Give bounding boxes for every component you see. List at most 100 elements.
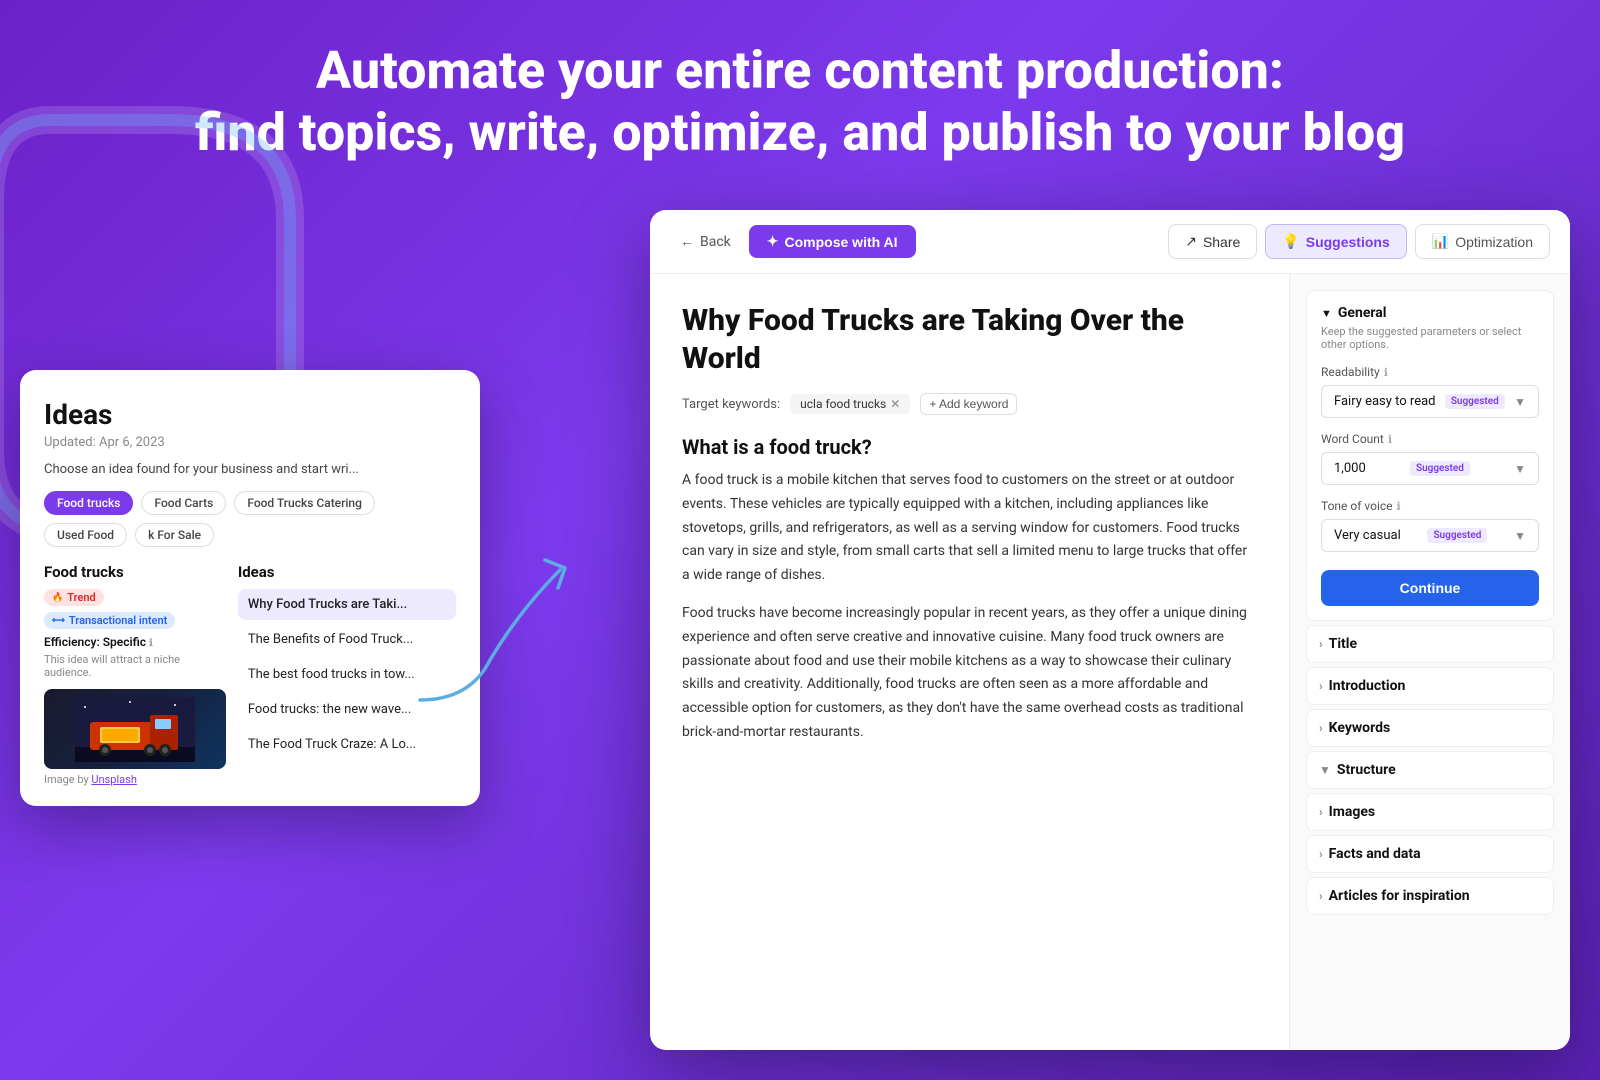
facts-and-data-section: › Facts and data xyxy=(1306,835,1554,873)
articles-for-inspiration-section-header[interactable]: › Articles for inspiration xyxy=(1306,877,1554,915)
readability-chevron-icon: ▼ xyxy=(1514,395,1526,409)
readability-label: Readability ℹ xyxy=(1321,365,1539,379)
tag-food-carts[interactable]: Food Carts xyxy=(141,491,226,515)
tab-suggestions-button[interactable]: 💡 Suggestions xyxy=(1265,224,1406,259)
back-arrow-icon: ← xyxy=(680,233,694,250)
idea-item-4[interactable]: Food trucks: the new wave... xyxy=(238,694,456,725)
keywords-label: Target keywords: xyxy=(682,397,780,412)
facts-and-data-section-title: › Facts and data xyxy=(1319,846,1421,862)
badge-row: 🔥 Trend ⟷ Transactional intent xyxy=(44,589,226,629)
readability-suggested-badge: Suggested xyxy=(1445,394,1505,409)
facts-and-data-section-header[interactable]: › Facts and data xyxy=(1306,835,1554,873)
readability-select[interactable]: Fairy easy to read Suggested ▼ xyxy=(1321,385,1539,418)
tone-chevron-icon: ▼ xyxy=(1514,529,1526,543)
word-count-suggested-badge: Suggested xyxy=(1410,461,1470,476)
editor-panel: ← Back ✦ Compose with AI ↗ Share 💡 Sugge… xyxy=(650,210,1570,1050)
back-button[interactable]: ← Back xyxy=(670,227,741,256)
tone-select[interactable]: Very casual Suggested ▼ xyxy=(1321,519,1539,552)
chevron-down-icon: ▼ xyxy=(1321,307,1332,320)
idea-item-3[interactable]: The best food trucks in tow... xyxy=(238,659,456,690)
introduction-section-header[interactable]: › Introduction xyxy=(1306,667,1554,705)
ideas-card-updated: Updated: Apr 6, 2023 xyxy=(44,435,456,450)
keywords-section-header[interactable]: › Keywords xyxy=(1306,709,1554,747)
editor-topbar: ← Back ✦ Compose with AI ↗ Share 💡 Sugge… xyxy=(650,210,1570,274)
hero-title: Automate your entire content production:… xyxy=(20,40,1580,165)
images-section: › Images xyxy=(1306,793,1554,831)
structure-section: ▼ Structure xyxy=(1306,751,1554,789)
tone-info-icon: ℹ xyxy=(1397,500,1401,513)
article-title: Why Food Trucks are Taking Over the Worl… xyxy=(682,302,1257,377)
share-button[interactable]: ↗ Share xyxy=(1168,224,1257,259)
article-body: What is a food truck? A food truck is a … xyxy=(682,435,1257,745)
content-area: Why Food Trucks are Taking Over the Worl… xyxy=(650,274,1290,1050)
continue-button[interactable]: Continue xyxy=(1321,570,1539,606)
keywords-row: Target keywords: ucla food trucks ✕ + Ad… xyxy=(682,393,1257,415)
article-paragraph-2: Food trucks have become increasingly pop… xyxy=(682,602,1257,745)
title-section: › Title xyxy=(1306,625,1554,663)
introduction-chevron-icon: › xyxy=(1319,679,1323,693)
tone-label: Tone of voice ℹ xyxy=(1321,499,1539,513)
unsplash-link[interactable]: Unsplash xyxy=(91,773,136,786)
ideas-card: Ideas Updated: Apr 6, 2023 Choose an ide… xyxy=(20,370,480,806)
readability-info-icon: ℹ xyxy=(1384,366,1388,379)
images-section-title: › Images xyxy=(1319,804,1375,820)
tab-optimization-button[interactable]: 📊 Optimization xyxy=(1415,224,1550,259)
keywords-section-title: › Keywords xyxy=(1319,720,1390,736)
optimization-icon: 📊 xyxy=(1432,233,1449,250)
word-count-label: Word Count ℹ xyxy=(1321,432,1539,446)
tag-food-trucks[interactable]: Food trucks xyxy=(44,491,133,515)
introduction-section-title: › Introduction xyxy=(1319,678,1405,694)
food-truck-image xyxy=(44,689,226,769)
idea-item-2[interactable]: The Benefits of Food Truck... xyxy=(238,624,456,655)
food-trucks-col-title: Food trucks xyxy=(44,563,226,581)
food-truck-caption: Image by Unsplash xyxy=(44,773,226,786)
ideas-list-col-title: Ideas xyxy=(238,563,456,581)
efficiency-text: Efficiency: Specific ℹ xyxy=(44,635,226,649)
tag-k-for-sale[interactable]: k For Sale xyxy=(135,523,214,547)
title-section-header[interactable]: › Title xyxy=(1306,625,1554,663)
title-section-title: › Title xyxy=(1319,636,1357,652)
niche-text: This idea will attract a niche audience. xyxy=(44,653,226,679)
food-trucks-column: Food trucks 🔥 Trend ⟷ Transactional inte… xyxy=(44,563,226,786)
idea-item-1[interactable]: Why Food Trucks are Taki... xyxy=(238,589,456,620)
structure-chevron-icon: ▼ xyxy=(1319,763,1331,777)
article-paragraph-1: A food truck is a mobile kitchen that se… xyxy=(682,469,1257,588)
editor-body: Why Food Trucks are Taking Over the Worl… xyxy=(650,274,1570,1050)
ideas-list-column: Ideas Why Food Trucks are Taki... The Be… xyxy=(238,563,456,786)
readability-select-wrapper: Fairy easy to read Suggested ▼ xyxy=(1321,385,1539,418)
articles-for-inspiration-section: › Articles for inspiration xyxy=(1306,877,1554,915)
topbar-left: ← Back ✦ Compose with AI xyxy=(670,225,916,258)
images-section-header[interactable]: › Images xyxy=(1306,793,1554,831)
tag-food-trucks-catering[interactable]: Food Trucks Catering xyxy=(234,491,375,515)
transactional-badge: ⟷ Transactional intent xyxy=(44,612,175,629)
food-truck-svg xyxy=(75,697,195,762)
trend-badge: 🔥 Trend xyxy=(44,589,104,606)
word-count-select[interactable]: 1,000 Suggested ▼ xyxy=(1321,452,1539,485)
ideas-tags: Food trucks Food Carts Food Trucks Cater… xyxy=(44,491,456,547)
keywords-chevron-icon: › xyxy=(1319,721,1323,735)
remove-keyword-icon[interactable]: ✕ xyxy=(890,397,900,411)
images-chevron-icon: › xyxy=(1319,805,1323,819)
ideas-card-description: Choose an idea found for your business a… xyxy=(44,462,456,477)
structure-section-header[interactable]: ▼ Structure xyxy=(1306,751,1554,789)
general-section-title: ▼ General xyxy=(1321,305,1539,321)
articles-for-inspiration-section-title: › Articles for inspiration xyxy=(1319,888,1470,904)
general-section-subtitle: Keep the suggested parameters or select … xyxy=(1321,325,1539,351)
introduction-section: › Introduction xyxy=(1306,667,1554,705)
topbar-right: ↗ Share 💡 Suggestions 📊 Optimization xyxy=(1168,224,1550,259)
tag-used-food[interactable]: Used Food xyxy=(44,523,127,547)
tone-select-wrapper: Very casual Suggested ▼ xyxy=(1321,519,1539,552)
compose-icon: ✦ xyxy=(767,233,779,250)
tone-suggested-badge: Suggested xyxy=(1427,528,1487,543)
idea-item-5[interactable]: The Food Truck Craze: A Lo... xyxy=(238,729,456,760)
title-chevron-icon: › xyxy=(1319,637,1323,651)
word-count-info-icon: ℹ xyxy=(1388,433,1392,446)
ideas-card-title: Ideas xyxy=(44,398,456,431)
word-count-select-wrapper: 1,000 Suggested ▼ xyxy=(1321,452,1539,485)
add-keyword-button[interactable]: + Add keyword xyxy=(920,393,1017,415)
compose-ai-button[interactable]: ✦ Compose with AI xyxy=(749,225,916,258)
articles-chevron-icon: › xyxy=(1319,889,1323,903)
facts-chevron-icon: › xyxy=(1319,847,1323,861)
section-heading-1: What is a food truck? xyxy=(682,435,1257,459)
keyword-tag[interactable]: ucla food trucks ✕ xyxy=(790,394,910,414)
